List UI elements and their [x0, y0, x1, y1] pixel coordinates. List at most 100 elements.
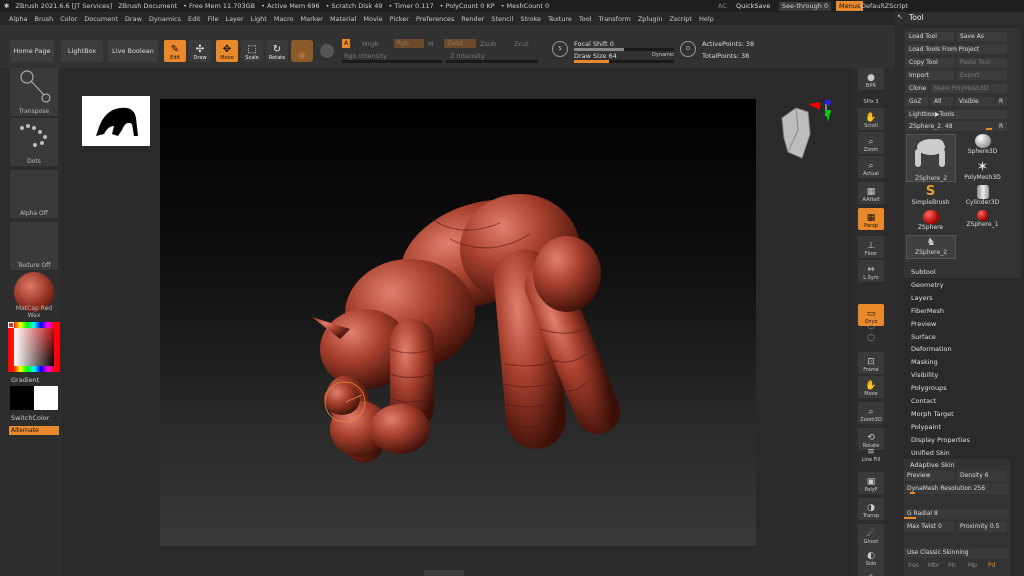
visible-button[interactable]: Visible	[956, 97, 994, 106]
menu-material[interactable]: Material	[330, 15, 356, 23]
polyf-button[interactable]: ▣ PolyF	[858, 472, 884, 494]
menu-zplugin[interactable]: Zplugin	[638, 15, 663, 23]
subpalette-polygroups[interactable]: Polygroups	[911, 384, 947, 392]
menu-light[interactable]: Light	[251, 15, 267, 23]
switch-color-button[interactable]: SwitchColor	[11, 414, 49, 422]
spix-3-button[interactable]: SPix 3	[858, 94, 884, 106]
use-classic-skinning-button[interactable]: Use Classic Skinning	[904, 548, 1008, 558]
load-tool-button[interactable]: Load Tool	[906, 32, 954, 41]
menu-document[interactable]: Document	[84, 15, 118, 23]
menu-zscript[interactable]: Zscript	[669, 15, 692, 23]
spotlight-icon[interactable]: S	[552, 41, 568, 57]
density-slider[interactable]: Density 6	[957, 471, 1007, 481]
menu-file[interactable]: File	[208, 15, 219, 23]
menu-layer[interactable]: Layer	[225, 15, 243, 23]
see-through-slider[interactable]: See-through 0	[779, 1, 831, 11]
clone-button[interactable]: Clone	[906, 84, 928, 93]
edit-button[interactable]: ✎ Edit	[164, 40, 186, 62]
menu-preferences[interactable]: Preferences	[416, 15, 454, 23]
default-zscript-button[interactable]: DefaultZScript	[861, 2, 908, 10]
menus-button[interactable]: Menus	[836, 1, 864, 11]
tool-zsphere-2[interactable]: ♞ ZSphere_2	[906, 235, 956, 259]
tray-item-12-button[interactable]: ◌	[858, 332, 884, 344]
paste-tool-button[interactable]: Paste Tool	[957, 58, 1007, 67]
menu-alpha[interactable]: Alpha	[9, 15, 27, 23]
collapse-icon[interactable]: ↖	[897, 13, 903, 21]
menu-draw[interactable]: Draw	[125, 15, 142, 23]
r-button[interactable]: R	[996, 97, 1007, 106]
gradient-toggle[interactable]: Gradient	[11, 376, 39, 384]
tray-item-11-button[interactable]: ◌	[858, 320, 884, 332]
menu-edit[interactable]: Edit	[188, 15, 201, 23]
gyro-icon[interactable]	[320, 44, 334, 58]
skin-option-mbr[interactable]: Mbr	[928, 562, 939, 569]
save-as-button[interactable]: Save As	[957, 32, 1007, 41]
ghost-button[interactable]: ☄ Ghost	[858, 524, 884, 546]
subpalette-morph-target[interactable]: Morph Target	[911, 410, 954, 418]
menu-render[interactable]: Render	[461, 15, 484, 23]
floor-button[interactable]: ⊥ Floor	[858, 236, 884, 258]
active-tool-thumb[interactable]: ZSphere_2	[906, 134, 956, 182]
make-polymesh-button[interactable]: Make PolyMesh3D	[931, 84, 1007, 93]
subpalette-visibility[interactable]: Visibility	[911, 371, 938, 379]
menu-dynamics[interactable]: Dynamics	[149, 15, 181, 23]
scale-button[interactable]: ⬚ Scale	[241, 40, 263, 62]
tool-simplebrush[interactable]: S SimpleBrush	[906, 185, 955, 210]
move-button[interactable]: ✋ Move	[858, 376, 884, 398]
xpose-button[interactable]: ◈Xpose	[858, 568, 884, 576]
line-fill-button[interactable]: ≡ Line Fill	[858, 447, 884, 464]
home-page-button[interactable]: Home Page	[10, 40, 54, 62]
main-color-swatch[interactable]	[10, 386, 34, 410]
stroke-dots-button[interactable]: Dots	[10, 118, 58, 166]
tool-sphere3d[interactable]: Sphere3D	[958, 134, 1007, 159]
document-canvas[interactable]	[160, 99, 756, 546]
menu-movie[interactable]: Movie	[363, 15, 382, 23]
texture-button[interactable]: Texture Off	[10, 222, 58, 270]
subpalette-polypaint[interactable]: Polypaint	[911, 423, 941, 431]
zoom3d-button[interactable]: ⌕ Zoom3D	[858, 402, 884, 424]
bpr-button[interactable]: ● BPR	[858, 68, 884, 90]
tool-polymesh3d[interactable]: ✶ PolyMesh3D	[958, 160, 1007, 185]
draw-button[interactable]: ✣ Draw	[189, 40, 211, 62]
rgb-intensity-slider[interactable]	[342, 60, 442, 63]
zcut-toggle[interactable]: Zcut	[514, 40, 529, 48]
skin-option-mp[interactable]: Mp	[968, 562, 977, 569]
quicksave-button[interactable]: QuickSave	[736, 2, 770, 10]
subpalette-contact[interactable]: Contact	[911, 397, 936, 405]
subpalette-geometry[interactable]: Geometry	[911, 281, 943, 289]
zoom-button[interactable]: ⌕ Zoom	[858, 132, 884, 154]
menu-color[interactable]: Color	[60, 15, 77, 23]
subpalette-surface[interactable]: Surface	[911, 333, 936, 341]
menu-tool[interactable]: Tool	[579, 15, 592, 23]
skin-option-ires[interactable]: Ires	[908, 562, 919, 569]
bottom-tray-handle[interactable]	[424, 570, 464, 576]
dynamic-toggle[interactable]: Dynamic	[652, 52, 674, 58]
tool-zsphere-1[interactable]: ZSphere_1	[958, 210, 1007, 235]
move-button[interactable]: ✥ Move	[216, 40, 238, 62]
zsub-toggle[interactable]: Zsub	[480, 40, 496, 48]
subpalette-deformation[interactable]: Deformation	[911, 345, 952, 353]
alternate-button[interactable]: Alternate	[9, 426, 59, 435]
draw-size-dial-icon[interactable]: D	[680, 41, 696, 57]
subpalette-fibermesh[interactable]: FiberMesh	[911, 307, 944, 315]
live-boolean-button[interactable]: Live Boolean	[108, 40, 158, 62]
subpalette-unified-skin[interactable]: Unified Skin	[911, 449, 950, 457]
frame-button[interactable]: ⊡ Frame	[858, 352, 884, 374]
menu-marker[interactable]: Marker	[300, 15, 322, 23]
preview-button[interactable]: Preview	[904, 471, 954, 481]
dynamesh-resolution-slider[interactable]: DynaMesh Resolution 256	[904, 484, 1008, 494]
aahalf-button[interactable]: ▦ AAHalf	[858, 182, 884, 204]
menu-texture[interactable]: Texture	[548, 15, 572, 23]
ac-label[interactable]: AC	[718, 2, 727, 10]
current-tool-slider[interactable]: ZSphere_2. 48	[906, 122, 994, 131]
import-button[interactable]: Import	[906, 71, 954, 80]
skin-option-pd[interactable]: Pd	[988, 562, 995, 569]
l-sym-button[interactable]: ⇔ L.Sym	[858, 260, 884, 282]
focal-shift-slider[interactable]	[574, 48, 674, 51]
material-sphere-icon[interactable]: ◉	[291, 40, 313, 62]
subpalette-preview[interactable]: Preview	[911, 320, 936, 328]
subpalette-layers[interactable]: Layers	[911, 294, 933, 302]
menu-brush[interactable]: Brush	[34, 15, 53, 23]
lightbox-button[interactable]: LightBox	[61, 40, 103, 62]
a-toggle[interactable]: A	[342, 39, 351, 48]
